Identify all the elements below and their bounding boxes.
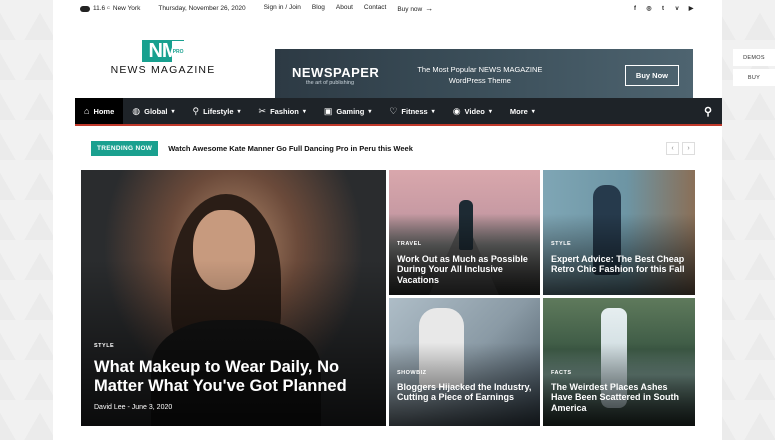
temperature: 11.6 C: [93, 5, 110, 12]
buy-now-link[interactable]: Buy now →: [397, 4, 433, 13]
nav-item-global[interactable]: ◍ Global ▾: [123, 98, 183, 124]
social-links: f ◎ t v ▶: [631, 5, 695, 13]
featured-post-main[interactable]: STYLE What Makeup to Wear Daily, No Matt…: [81, 170, 386, 426]
ad-banner[interactable]: NEWSPAPER the art of publishing The Most…: [275, 49, 693, 101]
demos-button[interactable]: DEMOS: [733, 49, 775, 66]
featured-post-travel[interactable]: TRAVEL Work Out as Much as Possible Duri…: [389, 170, 540, 295]
weather-widget: 11.6 C New York: [80, 5, 140, 12]
contact-link[interactable]: Contact: [364, 4, 386, 13]
banner-tagline: The Most Popular NEWS MAGAZINE WordPress…: [417, 65, 543, 85]
arrow-right-icon: →: [425, 4, 434, 13]
chevron-right-icon[interactable]: ›: [682, 142, 695, 155]
vimeo-icon[interactable]: v: [673, 5, 681, 13]
featured-post-showbiz[interactable]: SHOWBIZ Bloggers Hijacked the Industry, …: [389, 298, 540, 426]
home-icon: ⌂: [84, 106, 90, 116]
nav-item-more[interactable]: More ▾: [501, 98, 544, 124]
nav-item-fashion[interactable]: ✂ Fashion ▾: [250, 98, 315, 124]
banner-brand: NEWSPAPER the art of publishing: [292, 65, 379, 86]
site-logo[interactable]: NM PRO NEWS MAGAZINE: [107, 40, 219, 76]
buy-button[interactable]: BUY: [733, 69, 775, 86]
banner-buy-button[interactable]: Buy Now: [624, 64, 679, 86]
post-category[interactable]: STYLE: [94, 343, 114, 349]
degree-unit: C: [106, 5, 110, 10]
site-header: NM PRO NEWS MAGAZINE NEWSPAPER the art of…: [53, 17, 722, 101]
search-icon[interactable]: ⚲: [704, 105, 712, 118]
chevron-down-icon: ▾: [531, 108, 535, 115]
gamepad-icon: ▣: [323, 105, 333, 116]
post-meta: David Lee - June 3, 2020: [94, 404, 173, 411]
featured-post-style[interactable]: STYLE Expert Advice: The Best Cheap Retr…: [543, 170, 695, 295]
cloud-icon: [80, 5, 90, 12]
trending-arrows: ‹ ›: [666, 142, 695, 155]
nav-item-video[interactable]: ◉ Video ▾: [444, 98, 501, 124]
logo-pro-badge: PRO: [171, 41, 185, 63]
globe-icon: ◍: [132, 105, 141, 116]
post-category[interactable]: TRAVEL: [397, 241, 422, 247]
heart-icon: ♡: [389, 105, 398, 116]
post-date: June 3, 2020: [131, 404, 173, 411]
current-date: Thursday, November 26, 2020: [158, 5, 246, 12]
scissors-icon: ✂: [258, 105, 267, 116]
post-title[interactable]: The Weirdest Places Ashes Have Been Scat…: [551, 382, 689, 413]
nav-item-fitness[interactable]: ♡ Fitness ▾: [380, 98, 443, 124]
blog-link[interactable]: Blog: [312, 4, 325, 13]
about-link[interactable]: About: [336, 4, 353, 13]
chevron-down-icon: ▾: [431, 108, 435, 115]
chevron-left-icon[interactable]: ‹: [666, 142, 679, 155]
logo-text: NEWS MAGAZINE: [110, 64, 216, 76]
video-icon: ◉: [452, 105, 461, 116]
post-title[interactable]: What Makeup to Wear Daily, No Matter Wha…: [94, 358, 374, 396]
post-category[interactable]: STYLE: [551, 241, 571, 247]
instagram-icon[interactable]: ◎: [645, 5, 653, 13]
chevron-down-icon: ▾: [237, 108, 241, 115]
nav-item-lifestyle[interactable]: ⚲ Lifestyle ▾: [184, 98, 250, 124]
banner-title: NEWSPAPER: [292, 64, 380, 80]
facebook-icon[interactable]: f: [631, 5, 639, 13]
site-page: 11.6 C New York Thursday, November 26, 2…: [53, 0, 722, 440]
post-title[interactable]: Bloggers Hijacked the Industry, Cutting …: [397, 382, 535, 403]
image-overlay: [543, 170, 695, 295]
city: New York: [112, 5, 141, 12]
post-category[interactable]: SHOWBIZ: [397, 370, 426, 376]
post-title[interactable]: Expert Advice: The Best Cheap Retro Chic…: [551, 254, 689, 275]
sign-in-link[interactable]: Sign in / Join: [264, 4, 301, 13]
post-category[interactable]: FACTS: [551, 370, 572, 376]
post-author[interactable]: David Lee: [94, 404, 126, 411]
twitter-icon[interactable]: t: [659, 5, 667, 13]
banner-subtitle: the art of publishing: [306, 79, 355, 86]
chevron-down-icon: ▾: [171, 108, 175, 115]
trending-bar: TRENDING NOW Watch Awesome Kate Manner G…: [91, 141, 695, 156]
logo-mark: NM PRO: [142, 40, 185, 63]
top-bar: 11.6 C New York Thursday, November 26, 2…: [53, 0, 722, 17]
featured-post-facts[interactable]: FACTS The Weirdest Places Ashes Have Bee…: [543, 298, 695, 426]
youtube-icon[interactable]: ▶: [687, 5, 695, 13]
image-overlay: [389, 298, 540, 426]
chevron-down-icon: ▾: [488, 108, 492, 115]
nav-item-gaming[interactable]: ▣ Gaming ▾: [315, 98, 380, 124]
top-links: Sign in / Join Blog About Contact Buy no…: [264, 4, 434, 13]
trending-badge: TRENDING NOW: [91, 141, 159, 156]
post-title[interactable]: Work Out as Much as Possible During Your…: [397, 254, 535, 285]
chevron-down-icon: ▾: [368, 108, 372, 115]
chevron-down-icon: ▾: [302, 108, 306, 115]
nav-item-home[interactable]: ⌂ Home: [75, 98, 124, 124]
trending-headline[interactable]: Watch Awesome Kate Manner Go Full Dancin…: [168, 144, 413, 153]
main-nav: ⌂ Home ◍ Global ▾ ⚲ Lifestyle ▾ ✂ Fashion ▾…: [75, 98, 722, 126]
bicycle-icon: ⚲: [192, 105, 200, 116]
